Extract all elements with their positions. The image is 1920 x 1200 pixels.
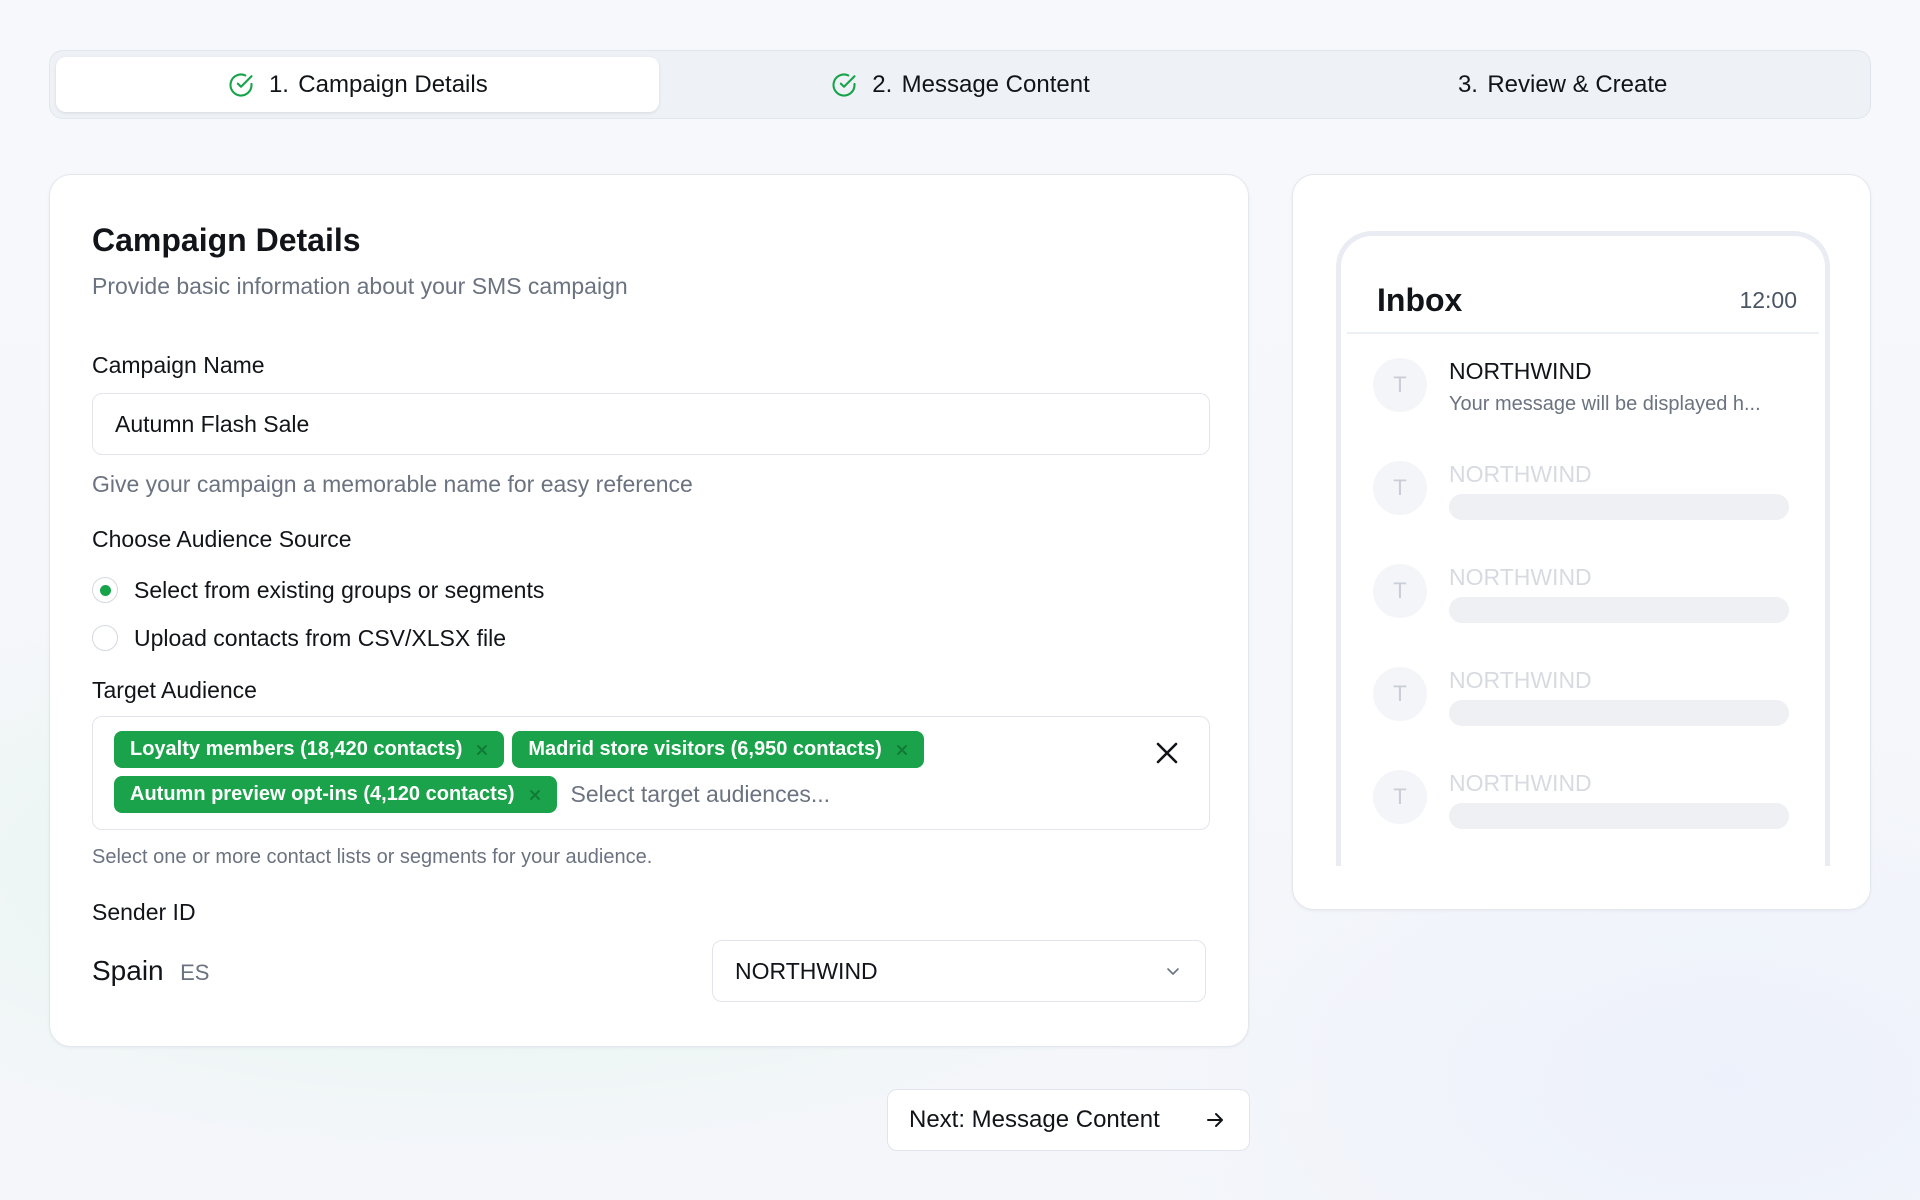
check-circle-icon bbox=[229, 72, 253, 97]
message-sender: NORTHWIND bbox=[1449, 564, 1592, 590]
step-number: 1. bbox=[268, 70, 289, 98]
remove-tag-icon[interactable] bbox=[894, 742, 910, 758]
sender-id-label: Sender ID bbox=[92, 899, 196, 926]
remove-tag-icon[interactable] bbox=[474, 742, 490, 758]
sms-preview-card: Inbox 12:00 T NORTHWIND Your message wil… bbox=[1292, 174, 1871, 910]
country-code: ES bbox=[180, 960, 210, 986]
target-audience-helper: Select one or more contact lists or segm… bbox=[92, 846, 653, 869]
campaign-name-helper: Give your campaign a memorable name for … bbox=[92, 471, 693, 498]
campaign-name-input[interactable] bbox=[92, 393, 1210, 456]
audience-search-placeholder[interactable]: Select target audiences... bbox=[571, 781, 831, 808]
campaign-details-card: Campaign Details Provide basic informati… bbox=[49, 174, 1249, 1047]
radio-label: Select from existing groups or segments bbox=[134, 576, 545, 603]
avatar: T bbox=[1373, 770, 1427, 824]
next-message-content-button[interactable]: Next: Message Content bbox=[887, 1089, 1250, 1151]
message-item: T NORTHWIND bbox=[1341, 540, 1825, 643]
tag-label: Autumn preview opt-ins (4,120 contacts) bbox=[130, 783, 515, 806]
message-sender: NORTHWIND bbox=[1449, 770, 1592, 796]
sender-id-row: Spain ES NORTHWIND bbox=[92, 940, 1206, 1003]
audience-source-label: Choose Audience Source bbox=[92, 526, 352, 553]
message-sender: NORTHWIND bbox=[1449, 358, 1592, 384]
avatar: T bbox=[1373, 358, 1427, 412]
country-name: Spain bbox=[92, 955, 164, 987]
card-subtitle: Provide basic information about your SMS… bbox=[92, 273, 628, 300]
clear-all-icon[interactable] bbox=[1151, 737, 1183, 769]
sender-id-value: NORTHWIND bbox=[735, 957, 878, 984]
card-title: Campaign Details bbox=[92, 222, 361, 258]
radio-existing-groups[interactable]: Select from existing groups or segments bbox=[92, 573, 1206, 607]
next-button-label: Next: Message Content bbox=[909, 1106, 1160, 1133]
message-preview: Your message will be displayed h... bbox=[1449, 393, 1761, 415]
message-item: T NORTHWIND bbox=[1341, 643, 1825, 746]
inbox-title: Inbox bbox=[1377, 281, 1463, 318]
radio-upload-contacts[interactable]: Upload contacts from CSV/XLSX file bbox=[92, 621, 1206, 655]
message-skeleton bbox=[1449, 803, 1789, 829]
message-item: T NORTHWIND bbox=[1341, 437, 1825, 540]
tag-label: Madrid store visitors (6,950 contacts) bbox=[528, 738, 882, 761]
message-item: T NORTHWIND bbox=[1341, 746, 1825, 849]
step-review-create[interactable]: 3. Review & Create bbox=[1261, 57, 1864, 112]
phone-clock: 12:00 bbox=[1739, 286, 1797, 313]
target-audience-label: Target Audience bbox=[92, 677, 257, 704]
step-message-content[interactable]: 2. Message Content bbox=[659, 57, 1262, 112]
message-sender: NORTHWIND bbox=[1449, 667, 1592, 693]
chevron-down-icon bbox=[1167, 968, 1179, 976]
tag-label: Loyalty members (18,420 contacts) bbox=[130, 738, 463, 761]
step-label: Review & Create bbox=[1487, 70, 1668, 98]
phone-mockup: Inbox 12:00 T NORTHWIND Your message wil… bbox=[1336, 231, 1830, 866]
radio-button[interactable] bbox=[92, 577, 118, 604]
message-skeleton bbox=[1449, 494, 1789, 520]
remove-tag-icon[interactable] bbox=[527, 787, 543, 803]
avatar: T bbox=[1373, 667, 1427, 721]
step-number: 2. bbox=[872, 70, 893, 98]
avatar: T bbox=[1373, 461, 1427, 515]
target-audience-multiselect[interactable]: Loyalty members (18,420 contacts) Madrid… bbox=[92, 716, 1210, 831]
avatar: T bbox=[1373, 564, 1427, 618]
check-circle-icon bbox=[832, 72, 856, 97]
audience-tag: Loyalty members (18,420 contacts) bbox=[114, 731, 505, 769]
phone-header: Inbox 12:00 bbox=[1341, 236, 1825, 332]
radio-label: Upload contacts from CSV/XLSX file bbox=[134, 624, 506, 651]
audience-tag: Madrid store visitors (6,950 contacts) bbox=[512, 731, 924, 769]
radio-button[interactable] bbox=[92, 625, 118, 652]
step-number: 3. bbox=[1457, 70, 1478, 98]
step-campaign-details[interactable]: 1. Campaign Details bbox=[56, 57, 659, 112]
step-label: Message Content bbox=[901, 70, 1090, 98]
message-skeleton bbox=[1449, 597, 1789, 623]
message-skeleton bbox=[1449, 700, 1789, 726]
step-label: Campaign Details bbox=[298, 70, 488, 98]
message-item: T NORTHWIND Your message will be display… bbox=[1341, 334, 1825, 437]
arrow-right-icon bbox=[1207, 1113, 1223, 1127]
audience-tag: Autumn preview opt-ins (4,120 contacts) bbox=[114, 776, 557, 814]
stepper: 1. Campaign Details 2. Message Content 3… bbox=[49, 50, 1871, 119]
campaign-name-label: Campaign Name bbox=[92, 352, 265, 379]
message-sender: NORTHWIND bbox=[1449, 461, 1592, 487]
sender-id-select[interactable]: NORTHWIND bbox=[712, 940, 1206, 1003]
